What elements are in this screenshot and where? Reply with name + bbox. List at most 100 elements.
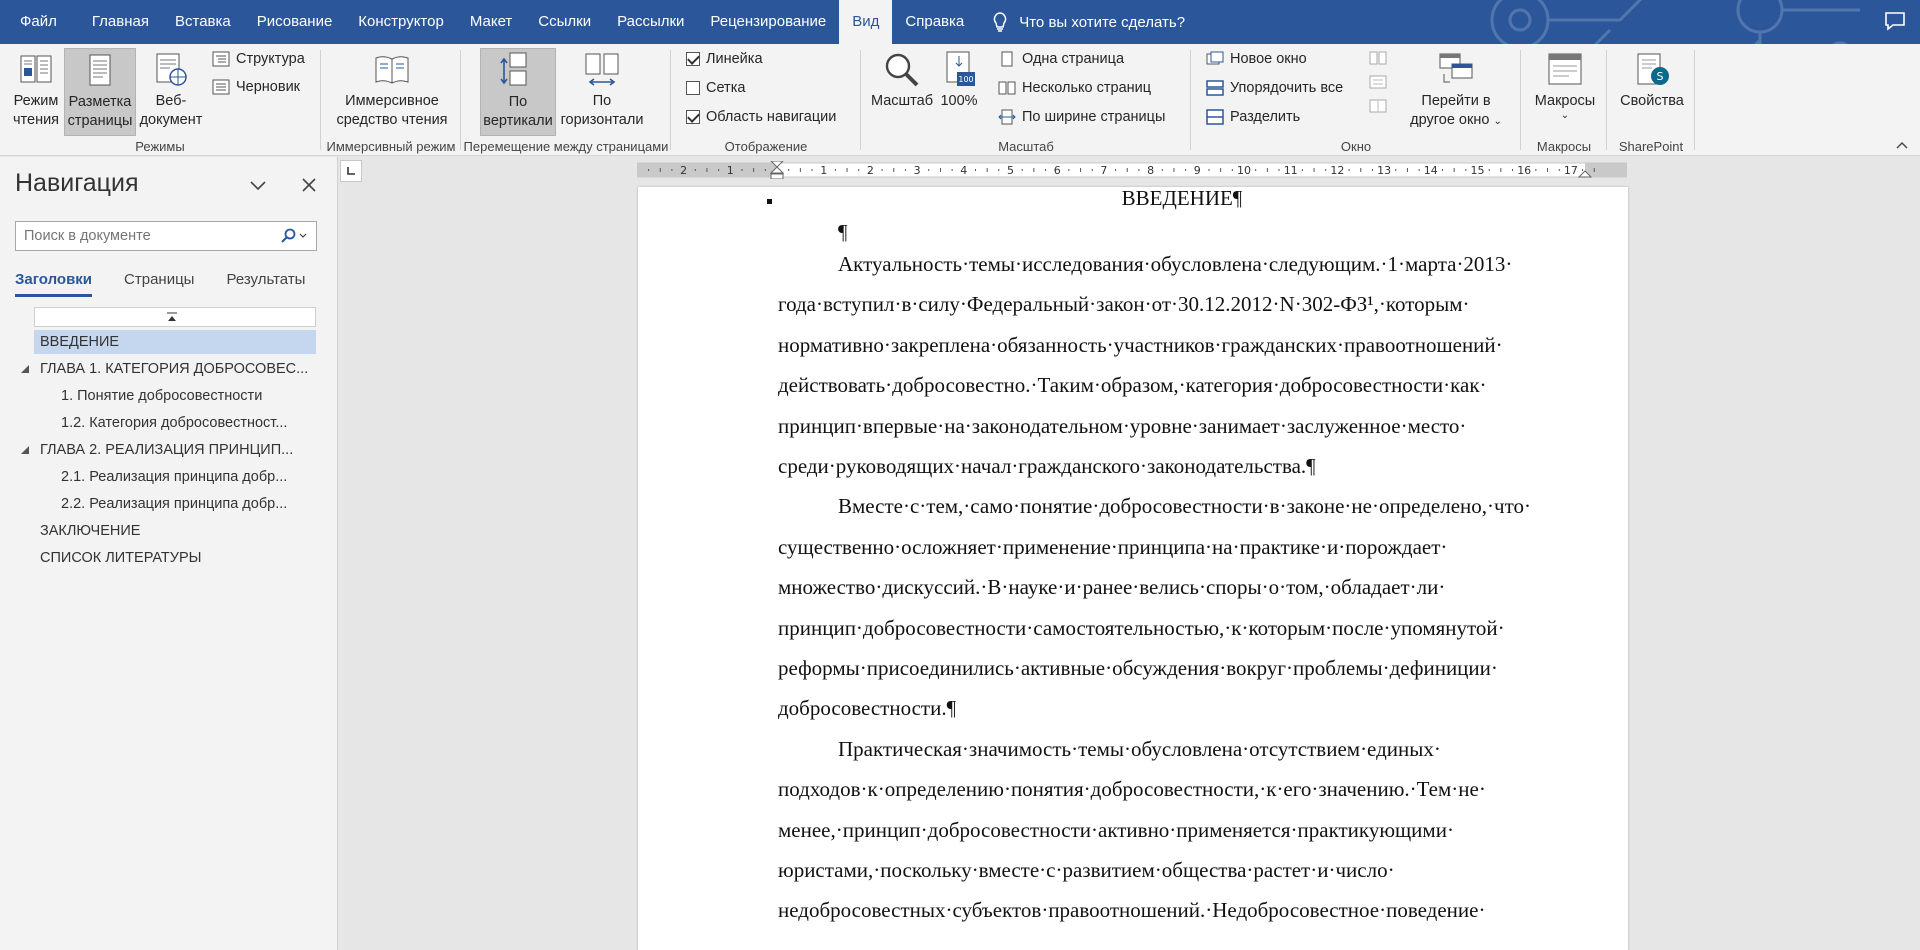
- menu-tab[interactable]: Макет: [457, 0, 525, 44]
- outline-button[interactable]: Структура: [212, 48, 305, 70]
- scroll-up-button[interactable]: [34, 307, 316, 327]
- magnifier-icon: [885, 53, 919, 87]
- menu-tab[interactable]: Конструктор: [345, 0, 457, 44]
- menu-tab[interactable]: Рецензирование: [697, 0, 839, 44]
- close-icon[interactable]: [299, 175, 319, 195]
- menu-tab[interactable]: Справка: [892, 0, 977, 44]
- ruler-label: 6: [1054, 164, 1061, 177]
- chevron-down-icon[interactable]: [248, 175, 268, 195]
- document-line: Практическая·значимость·темы·обусловлена…: [838, 736, 1441, 761]
- title-menu-bar: Файл Главная Вставка Рисование Конструктор Ма…: [0, 0, 1920, 44]
- ruler-label: 15: [1471, 164, 1485, 177]
- heading-item[interactable]: ВВЕДЕНИЕ: [34, 330, 316, 354]
- print-layout-label-1: Разметка: [68, 94, 132, 110]
- nav-tab[interactable]: Результаты: [226, 271, 305, 297]
- ruler-label: 12: [1330, 164, 1344, 177]
- split-button[interactable]: Разделить: [1206, 106, 1300, 128]
- separator: [320, 50, 321, 150]
- heading-item[interactable]: 1. Понятие добросовестности: [55, 384, 316, 408]
- immersive-reader-label-1: Иммерсивное: [345, 93, 439, 109]
- ruler-label: 13: [1377, 164, 1391, 177]
- arrange-all-icon: [1206, 80, 1224, 96]
- menu-tab[interactable]: Главная: [79, 0, 162, 44]
- document-line: Актуальность·темы·исследования·обусловле…: [838, 252, 1513, 276]
- zoom-button[interactable]: Масштаб: [870, 48, 934, 111]
- one-page-icon: [1001, 51, 1013, 67]
- document-line: юристами,·поскольку·вместе·с·развитием·о…: [778, 858, 1395, 882]
- page-width-button[interactable]: По ширине страницы: [998, 106, 1165, 128]
- multiple-pages-icon: [998, 81, 1016, 95]
- split-icon: [1206, 109, 1224, 125]
- immersive-reader-button[interactable]: Иммерсивное средство чтения: [330, 48, 454, 130]
- lightbulb-icon: [993, 12, 1007, 32]
- switch-windows-label-2: другое окно ⌄: [1410, 111, 1502, 131]
- nav-pane-checkbox[interactable]: Область навигации: [686, 106, 836, 128]
- tell-me-box[interactable]: Что вы хотите сделать?: [977, 0, 1185, 44]
- tell-me-label: Что вы хотите сделать?: [1019, 13, 1186, 31]
- separator: [1190, 50, 1191, 150]
- horizontal-ruler[interactable]: 2 1 1 2 3 4 5 6 7 8 9 10 11 12 13 14 15 16 17: [637, 161, 1627, 179]
- macros-button[interactable]: Макросы ⌄: [1528, 48, 1602, 121]
- switch-windows-button[interactable]: Перейти в другое окно ⌄: [1400, 48, 1512, 131]
- properties-button[interactable]: S Свойства: [1614, 48, 1690, 111]
- heading-item[interactable]: СПИСОК ЛИТЕРАТУРЫ: [34, 546, 316, 570]
- heading-item[interactable]: 2.2. Реализация принципа добр...: [55, 492, 316, 516]
- side-to-side-label-1: По: [592, 93, 612, 109]
- ruler-label: 9: [1194, 164, 1201, 177]
- document-line: нормативно·закреплена·обязанность·участн…: [778, 332, 1503, 357]
- nav-pane-check-icon[interactable]: [686, 110, 700, 124]
- gridlines-check-icon[interactable]: [686, 81, 700, 95]
- vertical-scroll-icon: [500, 52, 527, 86]
- zoom-100-button[interactable]: 100 100%: [938, 48, 980, 111]
- multiple-pages-button[interactable]: Несколько страниц: [998, 77, 1151, 99]
- menu-tab[interactable]: Вид: [839, 0, 893, 44]
- page-width-label: По ширине страницы: [1022, 109, 1166, 125]
- ruler-label: 16: [1517, 164, 1531, 177]
- read-mode-button[interactable]: Режим чтения: [8, 48, 64, 130]
- gridlines-checkbox[interactable]: Сетка: [686, 77, 745, 99]
- web-layout-button[interactable]: Веб- документ: [138, 48, 204, 130]
- heading-item[interactable]: 2.1. Реализация принципа добр...: [55, 465, 316, 489]
- heading-item[interactable]: ГЛАВА 2. РЕАЛИЗАЦИЯ ПРИНЦИП...: [34, 438, 316, 462]
- collapse-ribbon-icon[interactable]: [1896, 141, 1908, 149]
- nav-tab[interactable]: Заголовки: [15, 271, 93, 297]
- new-window-button[interactable]: Новое окно: [1206, 48, 1307, 70]
- menu-tab[interactable]: Рисование: [244, 0, 346, 44]
- side-to-side-button[interactable]: По горизонтали: [561, 48, 643, 130]
- web-layout-label-1: Веб-: [155, 93, 187, 109]
- document-heading: ВВЕДЕНИЕ¶: [1121, 186, 1243, 210]
- properties-label: Свойства: [1620, 93, 1684, 109]
- search-icon[interactable]: [280, 228, 310, 244]
- print-layout-button[interactable]: Разметка страницы: [64, 48, 136, 136]
- menu-tab[interactable]: Вставка: [162, 0, 244, 44]
- draft-button[interactable]: Черновик: [212, 76, 300, 98]
- one-page-button[interactable]: Одна страница: [998, 48, 1124, 70]
- vertical-scroll-button[interactable]: По вертикали: [480, 48, 556, 136]
- web-layout-label-2: документ: [139, 112, 203, 128]
- switch-windows-icon: [1439, 53, 1473, 83]
- ruler-check-icon[interactable]: [686, 52, 700, 66]
- search-box[interactable]: [15, 221, 317, 251]
- ruler-label: 1: [820, 164, 827, 177]
- menu-tab[interactable]: Файл: [0, 0, 79, 44]
- tab-selector[interactable]: [340, 160, 362, 182]
- heading-item[interactable]: ЗАКЛЮЧЕНИЕ: [34, 519, 316, 543]
- search-input[interactable]: [16, 222, 271, 250]
- zoom-label: Масштаб: [870, 93, 934, 109]
- ruler-checkbox[interactable]: Линейка: [686, 48, 763, 70]
- document-page[interactable]: ВВЕДЕНИЕ¶ ¶ Актуальность·темы·исследован…: [638, 186, 1628, 950]
- collapse-triangle-icon[interactable]: [20, 364, 30, 374]
- comments-icon[interactable]: [1884, 11, 1906, 31]
- arrange-all-button[interactable]: Упорядочить все: [1206, 77, 1343, 99]
- paragraph-mark-bullet: [767, 199, 772, 204]
- document-line: действовать·добросовестно.·Таким·образом…: [778, 373, 1487, 398]
- document-line: менее,·принцип·добросовестности·активно·…: [778, 817, 1454, 842]
- collapse-triangle-icon[interactable]: [20, 445, 30, 455]
- menu-tab[interactable]: Ссылки: [525, 0, 604, 44]
- heading-item[interactable]: ГЛАВА 1. КАТЕГОРИЯ ДОБРОСОВЕС...: [34, 357, 316, 381]
- read-mode-icon: [20, 55, 52, 83]
- heading-item[interactable]: 1.2. Категория добросовестност...: [55, 411, 316, 435]
- menu-tab[interactable]: Рассылки: [604, 0, 697, 44]
- nav-tab[interactable]: Страницы: [124, 271, 194, 297]
- document-line: принцип·впервые·на·законодательном·уровн…: [778, 413, 1467, 438]
